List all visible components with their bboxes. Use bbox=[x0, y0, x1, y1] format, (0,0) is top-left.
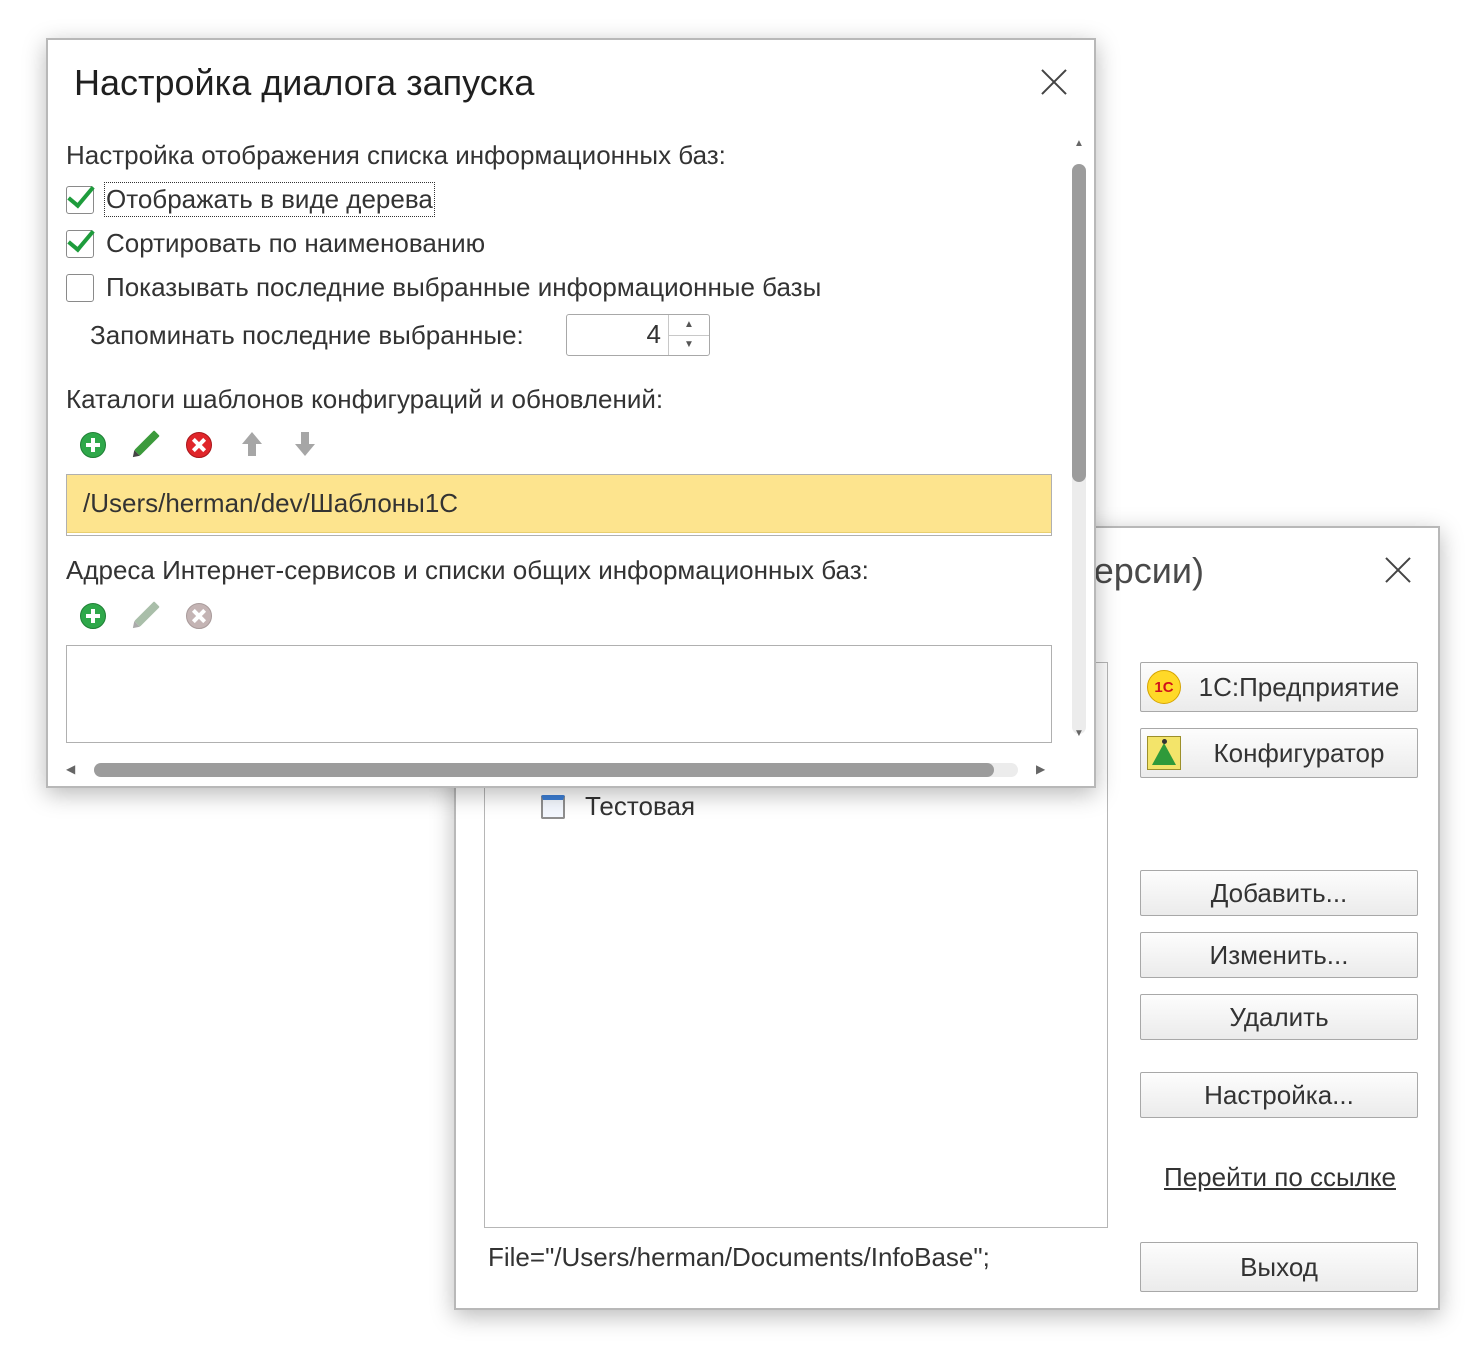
services-toolbar bbox=[78, 601, 237, 631]
checkbox-tree-view[interactable] bbox=[66, 179, 95, 214]
connection-string: File="/Users/herman/Documents/InfoBase"; bbox=[488, 1242, 990, 1272]
templates-list[interactable]: /Users/herman/dev/Шаблоны1С bbox=[66, 474, 1052, 536]
horizontal-scrollbar[interactable]: ◀ ▶ bbox=[66, 760, 1052, 778]
infobase-name: Тестовая bbox=[585, 791, 696, 821]
services-edit-button[interactable] bbox=[131, 601, 161, 631]
stepper-arrows: ▲ ▼ bbox=[668, 315, 709, 355]
add-infobase-button[interactable]: Добавить... bbox=[1140, 870, 1418, 916]
stepper-value: 4 bbox=[646, 319, 661, 349]
designer-button[interactable]: Конфигуратор bbox=[1140, 728, 1418, 778]
vertical-scroll-thumb[interactable] bbox=[1072, 164, 1086, 482]
check-mark-icon bbox=[67, 223, 95, 252]
checkbox-sort-label: Сортировать по наименованию bbox=[106, 228, 486, 258]
add-icon bbox=[80, 603, 106, 629]
templates-edit-button[interactable] bbox=[131, 430, 161, 460]
add-icon bbox=[80, 432, 106, 458]
check-mark-icon bbox=[67, 179, 95, 208]
checkbox-tree-view-label: Отображать в виде дерева bbox=[104, 182, 435, 217]
templates-move-down-button[interactable] bbox=[290, 430, 320, 460]
templates-add-button[interactable] bbox=[78, 430, 108, 460]
list-section-label: Настройка отображения списка информацион… bbox=[66, 140, 726, 170]
delete-infobase-button[interactable]: Удалить bbox=[1140, 994, 1418, 1040]
open-link[interactable]: Перейти по ссылке bbox=[1160, 1162, 1400, 1193]
configurator-icon bbox=[1147, 736, 1181, 770]
remember-recent-stepper[interactable]: 4 ▲ ▼ bbox=[566, 314, 710, 356]
edit-icon bbox=[134, 430, 160, 456]
settings-dialog: Настройка диалога запуска Настройка отоб… bbox=[46, 38, 1096, 788]
stepper-down-icon[interactable]: ▼ bbox=[669, 335, 709, 355]
scroll-down-icon[interactable]: ▼ bbox=[1074, 728, 1084, 739]
enterprise-button-label: 1С:Предприятие bbox=[1198, 671, 1400, 702]
exit-button[interactable]: Выход bbox=[1140, 1242, 1418, 1292]
enterprise-button[interactable]: 1С 1С:Предприятие bbox=[1140, 662, 1418, 712]
horizontal-scroll-thumb[interactable] bbox=[94, 763, 994, 777]
dialog-close-icon[interactable] bbox=[1040, 68, 1068, 96]
templates-move-up-button[interactable] bbox=[237, 430, 267, 460]
checkbox-show-recent[interactable] bbox=[66, 273, 94, 302]
1c-enterprise-icon: 1С bbox=[1147, 670, 1181, 704]
delete-icon bbox=[186, 603, 212, 629]
launcher-close-icon[interactable] bbox=[1384, 556, 1412, 584]
services-add-button[interactable] bbox=[78, 601, 108, 631]
templates-toolbar bbox=[78, 430, 343, 460]
services-list[interactable] bbox=[66, 645, 1052, 743]
checkbox-sort-by-name[interactable] bbox=[66, 223, 95, 258]
settings-button[interactable]: Настройка... bbox=[1140, 1072, 1418, 1118]
delete-icon bbox=[186, 432, 212, 458]
stepper-up-icon[interactable]: ▲ bbox=[669, 315, 709, 336]
checkbox-recent-label: Показывать последние выбранные информаци… bbox=[106, 272, 822, 302]
services-section-label: Адреса Интернет-сервисов и списки общих … bbox=[66, 555, 869, 585]
edit-icon bbox=[134, 601, 160, 627]
scroll-up-icon[interactable]: ▲ bbox=[1074, 138, 1084, 149]
checkbox-sort-row[interactable]: Сортировать по наименованию bbox=[66, 223, 486, 259]
dialog-title: Настройка диалога запуска bbox=[74, 62, 535, 103]
scroll-left-icon[interactable]: ◀ bbox=[66, 762, 75, 776]
templates-list-row[interactable]: /Users/herman/dev/Шаблоны1С bbox=[67, 475, 1051, 533]
checkbox-tree-view-row[interactable]: Отображать в виде дерева bbox=[66, 179, 435, 217]
infobase-list-item[interactable]: Тестовая bbox=[541, 791, 695, 822]
infobase-icon bbox=[541, 794, 565, 819]
checkbox-recent-row[interactable]: Показывать последние выбранные информаци… bbox=[66, 272, 821, 303]
edit-infobase-button[interactable]: Изменить... bbox=[1140, 932, 1418, 978]
templates-section-label: Каталоги шаблонов конфигураций и обновле… bbox=[66, 384, 664, 414]
templates-delete-button[interactable] bbox=[184, 430, 214, 460]
vertical-scrollbar[interactable]: ▲ ▼ bbox=[1070, 136, 1088, 742]
designer-button-label: Конфигуратор bbox=[1213, 737, 1385, 768]
scroll-right-icon[interactable]: ▶ bbox=[1036, 762, 1045, 776]
remember-recent-label: Запоминать последние выбранные: bbox=[90, 320, 524, 350]
services-delete-button[interactable] bbox=[184, 601, 214, 631]
